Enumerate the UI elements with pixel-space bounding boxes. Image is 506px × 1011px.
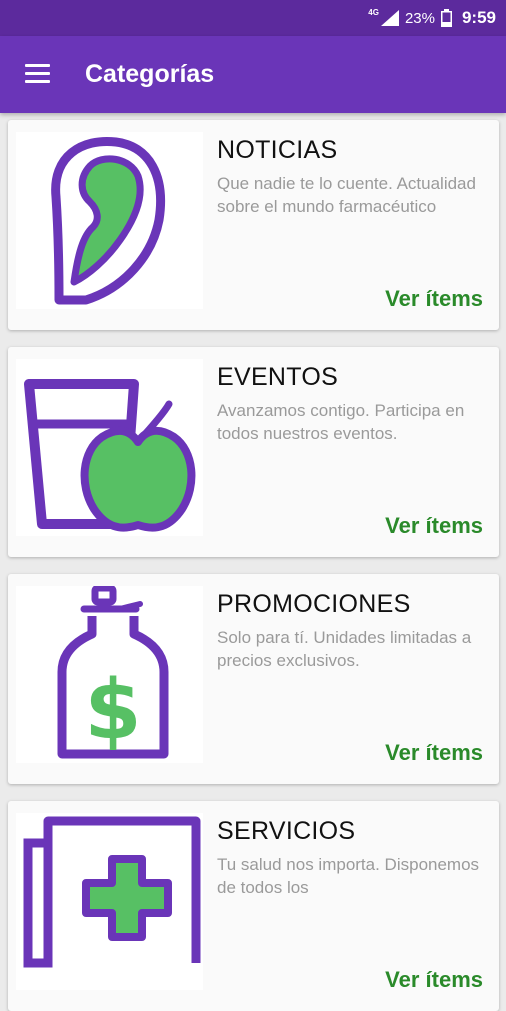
category-title: NOTICIAS xyxy=(217,136,338,164)
view-items-button[interactable]: Ver ítems xyxy=(385,286,483,312)
category-image: $ xyxy=(16,586,203,763)
signal-icon xyxy=(380,10,399,26)
ear-icon xyxy=(51,136,165,305)
view-items-button[interactable]: Ver ítems xyxy=(385,740,483,766)
category-description: Solo para tí. Unidades limitadas a preci… xyxy=(217,628,472,670)
category-card-servicios[interactable]: SERVICIOS Tu salud nos importa. Disponem… xyxy=(8,801,499,1011)
battery-percent: 23% xyxy=(404,9,435,27)
view-items-button[interactable]: Ver ítems xyxy=(385,967,483,993)
category-title: EVENTOS xyxy=(217,363,339,391)
category-image xyxy=(16,132,203,309)
category-title: PROMOCIONES xyxy=(217,590,411,618)
view-items-button[interactable]: Ver ítems xyxy=(385,513,483,539)
status-bar: 4G 23% 9:59 xyxy=(0,0,506,36)
category-description: Que nadie te lo cuente. Actualidad sobre… xyxy=(217,174,476,216)
page-title: Categorías xyxy=(85,60,215,88)
clock: 9:59 xyxy=(461,8,496,27)
category-title: SERVICIOS xyxy=(217,817,356,845)
dollar-bottle-icon: $ xyxy=(57,586,169,759)
category-description: Avanzamos contigo. Participa en todos nu… xyxy=(217,401,465,443)
status-indicators: 4G 23% 9:59 xyxy=(368,0,496,36)
glass-apple-icon xyxy=(24,379,196,532)
network-type: 4G xyxy=(368,7,379,17)
battery-icon xyxy=(440,9,452,27)
category-image xyxy=(16,813,203,990)
category-description: Tu salud nos importa. Disponemos de todo… xyxy=(217,855,480,897)
svg-text:$: $ xyxy=(84,663,141,758)
menu-button[interactable] xyxy=(22,60,56,90)
app-bar: Categorías xyxy=(0,36,506,113)
category-image xyxy=(16,359,203,536)
medical-cross-icon xyxy=(23,816,201,968)
category-card-noticias[interactable]: NOTICIAS Que nadie te lo cuente. Actuali… xyxy=(8,120,499,330)
category-card-promociones[interactable]: $ PROMOCIONES Solo para tí. Unidades lim… xyxy=(8,574,499,784)
category-card-eventos[interactable]: EVENTOS Avanzamos contigo. Participa en … xyxy=(8,347,499,557)
